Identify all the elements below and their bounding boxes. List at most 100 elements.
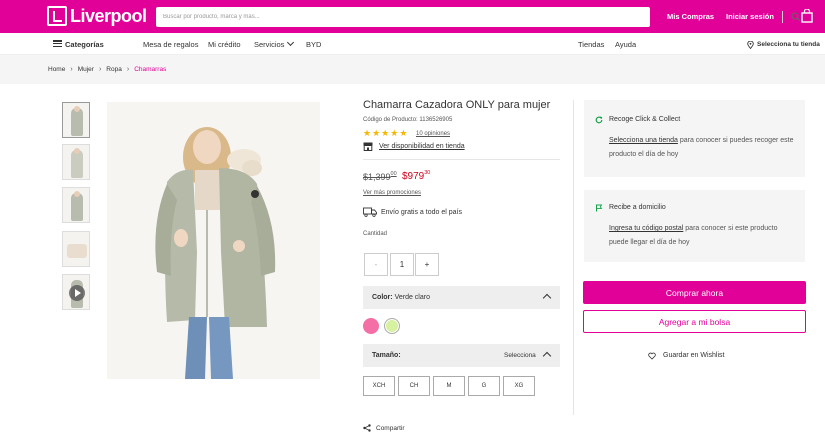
click-collect-title: Recoge Click & Collect [609, 116, 681, 123]
color-swatch-pink[interactable] [363, 318, 379, 334]
thumbnail-figure [71, 193, 83, 221]
thumbnail-figure [71, 108, 83, 136]
star-icon: ★ [363, 128, 372, 138]
reviews-link[interactable]: 10 opiniones [416, 131, 450, 137]
logo-text: Liverpool [70, 5, 147, 26]
star-icon: ★ [390, 128, 399, 138]
click-collect-icon [595, 116, 603, 124]
postal-code-link[interactable]: Ingresa tu código postal [609, 225, 683, 232]
product-main-image[interactable] [107, 102, 320, 379]
original-price-amount: $1,399 [363, 172, 391, 182]
truck-icon [363, 207, 377, 217]
click-collect-description: Selecciona una tienda para conocer si pu… [609, 134, 794, 162]
search-input[interactable] [156, 7, 626, 27]
color-selector-header[interactable]: Color: Verde claro [363, 286, 560, 309]
size-option-xg[interactable]: XG [503, 376, 535, 396]
heart-icon[interactable] [648, 352, 656, 360]
thumbnail-figure [71, 150, 83, 178]
original-price-cents: 00 [390, 171, 397, 177]
divider [363, 159, 560, 160]
size-option-ch[interactable]: CH [398, 376, 430, 396]
search-icon[interactable] [791, 12, 801, 22]
size-select-prompt: Selecciona [504, 352, 536, 359]
quantity-label: Cantidad [363, 231, 388, 237]
breadcrumb-home[interactable]: Home [48, 66, 65, 73]
store-icon [363, 142, 373, 151]
nav-services[interactable]: Servicios [254, 38, 295, 49]
size-selector-header[interactable]: Tamaño: Selecciona [363, 344, 560, 367]
product-thumbnail-4[interactable] [62, 231, 90, 267]
size-label: Tamaño: [372, 352, 401, 359]
sale-price-amount: $979 [402, 171, 425, 182]
product-code: Código de Producto: 1136526905 [363, 117, 453, 123]
chevron-right-icon: › [126, 66, 130, 73]
breadcrumb-mujer[interactable]: Mujer [78, 66, 94, 73]
product-photo-illustration [155, 127, 276, 379]
quantity-increase-button[interactable]: + [415, 253, 439, 276]
nav-stores[interactable]: Tiendas [578, 40, 604, 49]
breadcrumb: Home › Mujer › Ropa › Chamarras [48, 66, 166, 73]
color-swatch-light-green[interactable] [384, 318, 400, 334]
chevron-up-icon [542, 351, 552, 361]
nav-gift-registry[interactable]: Mesa de regalos [143, 40, 198, 49]
rating-stars[interactable]: ★ ★ ★ ★ ★ [363, 129, 408, 138]
shopping-bag-icon[interactable] [801, 9, 813, 23]
size-option-g[interactable]: G [468, 376, 500, 396]
thumbnail-head [74, 191, 80, 197]
chevron-right-icon: › [98, 66, 102, 73]
share-link[interactable]: Compartir [376, 425, 405, 432]
thumbnail-head [74, 106, 80, 112]
breadcrumb-ropa[interactable]: Ropa [106, 66, 122, 73]
logo-mark-icon [47, 6, 67, 26]
star-icon: ★ [399, 128, 408, 138]
quantity-decrease-button[interactable]: - [364, 253, 388, 276]
share-icon[interactable] [363, 424, 371, 432]
sale-price-cents: 30 [424, 170, 431, 176]
thumbnail-figure [67, 244, 87, 258]
nav-byd[interactable]: BYD [306, 40, 321, 49]
menu-icon[interactable] [53, 40, 62, 48]
save-to-wishlist-link[interactable]: Guardar en Wishlist [663, 352, 724, 359]
my-orders-link[interactable]: Mis Compras [667, 12, 714, 21]
liverpool-logo[interactable]: Liverpool [47, 6, 147, 26]
star-icon: ★ [381, 128, 390, 138]
thumbnail-head [74, 148, 80, 154]
home-delivery-card: Recibe a domicilio Ingresa tu código pos… [584, 190, 805, 262]
more-promotions-link[interactable]: Ver más promociones [363, 190, 421, 196]
location-pin-icon [747, 41, 754, 49]
chevron-right-icon: › [70, 66, 73, 73]
size-option-xch[interactable]: XCH [363, 376, 395, 396]
color-value: Verde claro [394, 294, 430, 301]
nav-categories[interactable]: Categorías [65, 40, 104, 49]
chevron-up-icon [542, 293, 552, 303]
product-thumbnail-1[interactable] [62, 102, 90, 138]
home-delivery-title: Recibe a domicilio [609, 204, 666, 211]
store-availability-link[interactable]: Ver disponibilidad en tienda [379, 143, 465, 150]
product-thumbnail-3[interactable] [62, 187, 90, 223]
free-shipping-text: Envío gratis a todo el país [381, 209, 462, 216]
sale-price: $97930 [402, 170, 431, 182]
quantity-input[interactable]: 1 [390, 253, 414, 276]
main-navigation: Categorías Mesa de regalos Mi crédito Se… [0, 33, 825, 55]
buy-now-button[interactable]: Comprar ahora [583, 281, 806, 304]
breadcrumb-chamarras[interactable]: Chamarras [134, 66, 166, 73]
home-delivery-description: Ingresa tu código postal para conocer si… [609, 222, 794, 250]
nav-services-label: Servicios [254, 40, 285, 49]
column-divider [573, 100, 574, 415]
login-link[interactable]: Iniciar sesión [726, 12, 774, 21]
nav-help[interactable]: Ayuda [615, 40, 636, 49]
add-to-bag-button[interactable]: Agregar a mi bolsa [583, 310, 806, 333]
select-store-link[interactable]: Selecciona tu tienda [757, 41, 820, 48]
breadcrumb-bar: Home › Mujer › Ropa › Chamarras [0, 55, 825, 84]
product-title: Chamarra Cazadora ONLY para mujer [363, 99, 551, 111]
star-icon: ★ [372, 128, 381, 138]
top-header: Liverpool Mis Compras Iniciar sesión [0, 0, 825, 33]
size-option-m[interactable]: M [433, 376, 465, 396]
select-store-link[interactable]: Selecciona una tienda [609, 137, 678, 144]
click-collect-card: Recoge Click & Collect Selecciona una ti… [584, 100, 805, 177]
original-price: $1,39900 [363, 171, 397, 182]
color-label: Color: [372, 294, 393, 301]
product-thumbnail-2[interactable] [62, 144, 90, 180]
product-video-thumbnail[interactable] [62, 274, 90, 310]
nav-credit[interactable]: Mi crédito [208, 40, 241, 49]
